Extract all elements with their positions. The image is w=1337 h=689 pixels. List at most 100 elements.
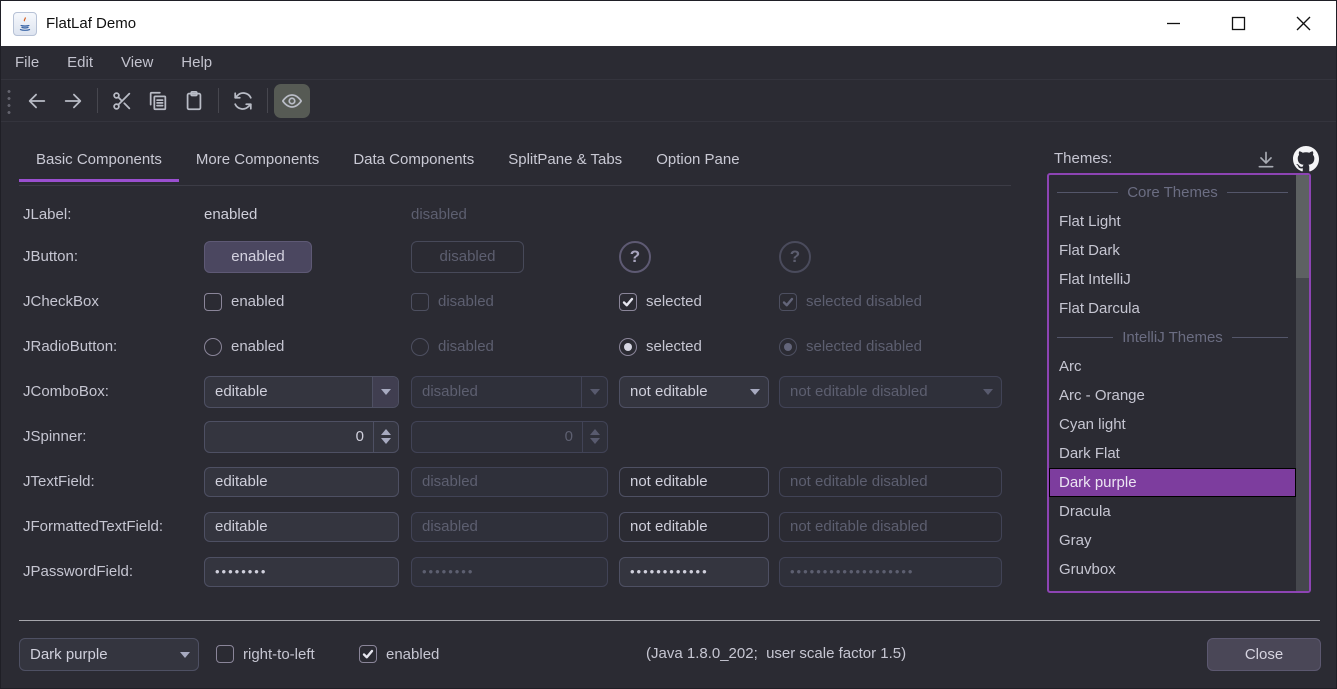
- enabled-checkbox[interactable]: enabled: [359, 645, 439, 663]
- paste-icon: [183, 90, 205, 112]
- toolbar-grip[interactable]: [7, 88, 11, 114]
- combobox-value: not editable disabled: [790, 383, 928, 400]
- refresh-icon: [232, 90, 254, 112]
- themes-label: Themes:: [1054, 150, 1112, 167]
- list-section-intellij-themes: IntelliJ Themes: [1049, 323, 1296, 352]
- menu-edit[interactable]: Edit: [53, 46, 107, 79]
- row-jbutton: JButton: enabled disabled ? ?: [23, 234, 1023, 279]
- jbutton-enabled[interactable]: enabled: [204, 241, 312, 273]
- textfield-editable[interactable]: editable: [204, 467, 399, 497]
- row-label: JCheckBox: [23, 293, 204, 310]
- chevron-down-icon: [975, 377, 1001, 407]
- checkbox-check-icon: [779, 293, 797, 311]
- row-jcombobox: JComboBox: editable disabled not editabl…: [23, 369, 1023, 414]
- forward-button[interactable]: [55, 84, 91, 118]
- close-button[interactable]: [1271, 1, 1336, 46]
- theme-cyan-light[interactable]: Cyan light: [1049, 410, 1296, 439]
- chevron-down-icon: [581, 377, 607, 407]
- flatlaf-demo-window: { "window": { "title": "FlatLaf Demo", "…: [0, 0, 1337, 689]
- spinner-stepper[interactable]: [373, 422, 398, 452]
- menubar: File Edit View Help: [1, 46, 1336, 79]
- lookandfeel-combobox-value: Dark purple: [30, 646, 108, 663]
- menu-view[interactable]: View: [107, 46, 167, 79]
- spinner-value: 0: [412, 422, 582, 452]
- back-button[interactable]: [19, 84, 55, 118]
- refresh-button[interactable]: [225, 84, 261, 118]
- tab-basic-components[interactable]: Basic Components: [19, 140, 179, 182]
- formattedtextfield-editable[interactable]: editable: [204, 512, 399, 542]
- tab-splitpane-tabs[interactable]: SplitPane & Tabs: [491, 140, 639, 182]
- menu-file[interactable]: File: [1, 46, 53, 79]
- chevron-down-icon[interactable]: [172, 639, 198, 670]
- download-icon: [1256, 150, 1276, 170]
- theme-flat-intellij[interactable]: Flat IntelliJ: [1049, 265, 1296, 294]
- menu-help[interactable]: Help: [167, 46, 226, 79]
- passwordfield-editable[interactable]: ••••••••: [204, 557, 399, 587]
- lookandfeel-combobox[interactable]: Dark purple: [19, 638, 199, 671]
- theme-flat-darcula[interactable]: Flat Darcula: [1049, 294, 1296, 323]
- theme-arc[interactable]: Arc: [1049, 352, 1296, 381]
- theme-flat-dark[interactable]: Flat Dark: [1049, 236, 1296, 265]
- combobox-disabled: disabled: [411, 376, 608, 408]
- spinner-down-icon: [590, 438, 600, 444]
- forward-arrow-icon: [62, 90, 84, 112]
- combobox-value: editable: [215, 383, 268, 400]
- radio-selected[interactable]: selected: [619, 338, 779, 356]
- checkbox-enabled[interactable]: enabled: [204, 293, 411, 311]
- spinner-enabled[interactable]: 0: [204, 421, 399, 453]
- formattedtextfield-disabled: disabled: [411, 512, 608, 542]
- basic-components-panel: JLabel: enabled disabled JButton: enable…: [23, 195, 1023, 594]
- spinner-up-icon: [590, 429, 600, 435]
- checkbox-check-icon: [359, 645, 377, 663]
- theme-dark-flat[interactable]: Dark Flat: [1049, 439, 1296, 468]
- help-button[interactable]: ?: [619, 241, 651, 273]
- theme-flat-light[interactable]: Flat Light: [1049, 207, 1296, 236]
- theme-gruvbox[interactable]: Gruvbox: [1049, 555, 1296, 584]
- row-label: JTextField:: [23, 473, 204, 490]
- minimize-button[interactable]: [1141, 1, 1206, 46]
- show-hover-toggle-button[interactable]: [274, 84, 310, 118]
- theme-gray[interactable]: Gray: [1049, 526, 1296, 555]
- tab-option-pane[interactable]: Option Pane: [639, 140, 756, 182]
- theme-dracula[interactable]: Dracula: [1049, 497, 1296, 526]
- theme-dark-purple-selected[interactable]: Dark purple: [1049, 468, 1296, 497]
- row-label: JFormattedTextField:: [23, 518, 204, 535]
- radio-selected-disabled: selected disabled: [779, 338, 1019, 356]
- textfield-not-editable-disabled: not editable disabled: [779, 467, 1002, 497]
- download-themes-button[interactable]: [1251, 145, 1281, 175]
- jbutton-disabled: disabled: [411, 241, 524, 273]
- toolbar-separator: [267, 88, 268, 113]
- github-button[interactable]: [1291, 144, 1321, 174]
- radio-enabled[interactable]: enabled: [204, 338, 411, 356]
- paste-button[interactable]: [176, 84, 212, 118]
- right-to-left-checkbox[interactable]: right-to-left: [216, 645, 315, 663]
- checkbox-selected[interactable]: selected: [619, 293, 779, 311]
- close-dialog-button[interactable]: Close: [1207, 638, 1321, 671]
- window-title: FlatLaf Demo: [46, 15, 136, 32]
- status-text: (Java 1.8.0_202; user scale factor 1.5): [646, 645, 906, 662]
- checkbox-box: [411, 293, 429, 311]
- chevron-down-icon[interactable]: [372, 377, 398, 407]
- checkbox-selected-disabled: selected disabled: [779, 293, 1019, 311]
- maximize-button[interactable]: [1206, 1, 1271, 46]
- row-label: JPasswordField:: [23, 563, 204, 580]
- tab-more-components[interactable]: More Components: [179, 140, 336, 182]
- spinner-value[interactable]: 0: [205, 422, 373, 452]
- tab-data-components[interactable]: Data Components: [336, 140, 491, 182]
- cut-button[interactable]: [104, 84, 140, 118]
- tabbar-underline: [19, 185, 1011, 186]
- combobox-editable[interactable]: editable: [204, 376, 399, 408]
- radio-dot-icon: [779, 338, 797, 356]
- jlabel-disabled: disabled: [411, 206, 467, 223]
- themes-list: Core Themes Flat Light Flat Dark Flat In…: [1047, 173, 1311, 593]
- themes-scrollbar-thumb[interactable]: [1296, 175, 1309, 278]
- chevron-down-icon[interactable]: [742, 377, 768, 407]
- passwordfield-disabled: ••••••••: [411, 557, 608, 587]
- radio-label: enabled: [231, 338, 284, 355]
- theme-arc-orange[interactable]: Arc - Orange: [1049, 381, 1296, 410]
- row-label: JRadioButton:: [23, 338, 204, 355]
- combobox-not-editable[interactable]: not editable: [619, 376, 769, 408]
- row-jtextfield: JTextField: editable disabled not editab…: [23, 459, 1023, 504]
- radio-circle: [204, 338, 222, 356]
- copy-button[interactable]: [140, 84, 176, 118]
